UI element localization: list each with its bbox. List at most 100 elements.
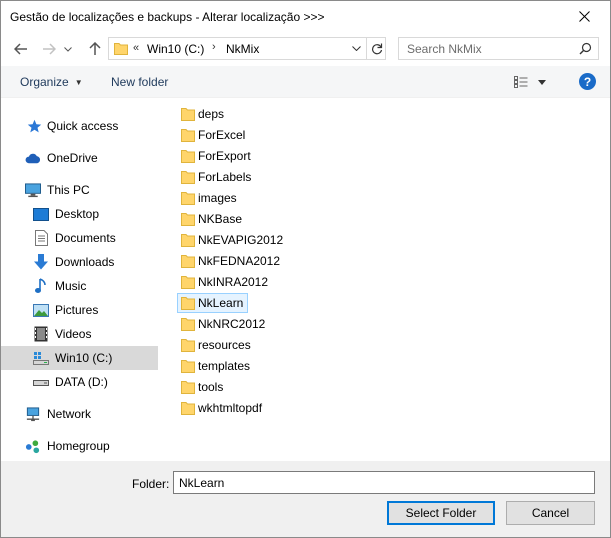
breadcrumb-separator[interactable]: › bbox=[212, 41, 216, 53]
address-dropdown-button[interactable] bbox=[347, 38, 365, 59]
folder-name: NkEVAPIG2012 bbox=[198, 233, 284, 247]
drive-icon bbox=[33, 374, 49, 390]
drive-icon bbox=[33, 350, 49, 366]
caret-down-icon: ▼ bbox=[74, 78, 83, 87]
nav-item-label: DATA (D:) bbox=[55, 375, 108, 389]
homegroup-icon bbox=[25, 438, 41, 454]
folder-item[interactable]: deps bbox=[177, 104, 249, 124]
breadcrumb-current[interactable]: NkMix bbox=[226, 42, 259, 56]
folder-item[interactable]: images bbox=[177, 188, 249, 208]
help-button[interactable]: ? bbox=[579, 73, 596, 90]
folder-name: resources bbox=[198, 338, 251, 352]
window-title: Gestão de localizações e backups - Alter… bbox=[10, 10, 325, 24]
folder-name: templates bbox=[198, 359, 251, 373]
folder-icon bbox=[181, 107, 195, 124]
nav-item-desktop[interactable]: Desktop bbox=[1, 202, 158, 226]
folder-name: images bbox=[198, 191, 237, 205]
folder-item[interactable]: templates bbox=[177, 356, 251, 376]
nav-item-quick-access[interactable]: Quick access bbox=[1, 114, 158, 138]
folder-icon bbox=[181, 401, 195, 418]
folder-item[interactable]: NkEVAPIG2012 bbox=[177, 230, 283, 250]
folder-name: NkLearn bbox=[198, 296, 244, 310]
folder-item[interactable]: NkFEDNA2012 bbox=[177, 251, 280, 271]
change-view-button[interactable] bbox=[514, 73, 554, 91]
close-button[interactable] bbox=[564, 1, 604, 31]
folder-item-selected[interactable]: NkLearn bbox=[177, 293, 248, 313]
nav-item-label: Videos bbox=[55, 327, 92, 341]
nav-item-label: Homegroup bbox=[47, 439, 110, 453]
computer-icon bbox=[25, 182, 41, 198]
network-icon bbox=[25, 406, 41, 422]
address-bar[interactable]: « Win10 (C:) › NkMix bbox=[108, 37, 386, 60]
music-icon bbox=[33, 278, 49, 294]
folder-name: tools bbox=[198, 380, 224, 394]
arrow-left-icon bbox=[14, 43, 27, 55]
nav-item-label: This PC bbox=[47, 183, 90, 197]
arrow-up-icon bbox=[89, 42, 101, 55]
folder-item[interactable]: resources bbox=[177, 335, 251, 355]
nav-item-music[interactable]: Music bbox=[1, 274, 158, 298]
command-bar: Organize ▼ New folder ? bbox=[1, 66, 610, 98]
search-icon[interactable] bbox=[579, 42, 592, 58]
folder-icon bbox=[181, 254, 195, 271]
cloud-icon bbox=[25, 150, 41, 166]
folder-item[interactable]: wkhtmltopdf bbox=[177, 398, 262, 418]
folder-icon bbox=[181, 233, 195, 250]
nav-item-onedrive[interactable]: OneDrive bbox=[1, 146, 158, 170]
folder-item[interactable]: tools bbox=[177, 377, 249, 397]
folder-name: ForExport bbox=[198, 149, 251, 163]
view-details-icon bbox=[514, 76, 528, 88]
refresh-button[interactable] bbox=[366, 38, 386, 59]
navigation-bar: « Win10 (C:) › NkMix Search NkMix bbox=[1, 32, 610, 66]
folder-name: ForExcel bbox=[198, 128, 246, 142]
nav-item-win10-c[interactable]: Win10 (C:) bbox=[1, 346, 158, 370]
folder-name-input[interactable] bbox=[173, 471, 595, 494]
folder-item[interactable]: NkINRA2012 bbox=[177, 272, 268, 292]
title-bar[interactable]: Gestão de localizações e backups - Alter… bbox=[1, 1, 610, 32]
folder-picker-dialog: Gestão de localizações e backups - Alter… bbox=[0, 0, 611, 538]
new-folder-button[interactable]: New folder bbox=[111, 75, 168, 89]
folder-icon bbox=[181, 149, 195, 166]
nav-item-downloads[interactable]: Downloads bbox=[1, 250, 158, 274]
nav-item-this-pc[interactable]: This PC bbox=[1, 178, 158, 202]
address-overflow-chevron[interactable]: « bbox=[133, 42, 139, 54]
pictures-icon bbox=[33, 302, 49, 318]
folder-item[interactable]: NKBase bbox=[177, 209, 249, 229]
nav-item-pictures[interactable]: Pictures bbox=[1, 298, 158, 322]
folder-name: NkNRC2012 bbox=[198, 317, 266, 331]
nav-item-label: Quick access bbox=[47, 119, 119, 133]
folder-icon bbox=[181, 317, 195, 334]
search-box[interactable]: Search NkMix bbox=[398, 37, 599, 60]
nav-item-label: Downloads bbox=[55, 255, 115, 269]
nav-item-label: Win10 (C:) bbox=[55, 351, 113, 365]
folder-icon bbox=[181, 380, 195, 397]
organize-button[interactable]: Organize ▼ bbox=[20, 75, 83, 89]
folder-label: Folder: bbox=[132, 477, 170, 491]
close-icon bbox=[578, 10, 590, 22]
folder-icon bbox=[181, 275, 195, 292]
nav-item-network[interactable]: Network bbox=[1, 402, 158, 426]
recent-locations-button[interactable] bbox=[61, 39, 75, 59]
up-button[interactable] bbox=[85, 39, 105, 59]
select-folder-button[interactable]: Select Folder bbox=[387, 501, 495, 525]
folder-name: NkFEDNA2012 bbox=[198, 254, 281, 268]
nav-item-label: Pictures bbox=[55, 303, 99, 317]
nav-item-label: OneDrive bbox=[47, 151, 98, 165]
search-placeholder[interactable]: Search NkMix bbox=[407, 42, 482, 56]
back-button[interactable] bbox=[11, 39, 31, 59]
breadcrumb-drive[interactable]: Win10 (C:) bbox=[147, 42, 204, 56]
forward-button[interactable] bbox=[39, 39, 59, 59]
nav-item-data-d[interactable]: DATA (D:) bbox=[1, 370, 158, 394]
cancel-button[interactable]: Cancel bbox=[506, 501, 595, 525]
folder-item[interactable]: ForExcel bbox=[177, 125, 249, 145]
nav-item-videos[interactable]: Videos bbox=[1, 322, 158, 346]
folder-list: deps ForExcel ForExport ForLabels images… bbox=[159, 98, 610, 461]
nav-item-homegroup[interactable]: Homegroup bbox=[1, 434, 158, 458]
folder-icon bbox=[181, 338, 195, 355]
folder-item[interactable]: NkNRC2012 bbox=[177, 314, 265, 334]
folder-icon bbox=[181, 128, 195, 145]
nav-item-documents[interactable]: Documents bbox=[1, 226, 158, 250]
navigation-pane: Quick access OneDrive This PC Desktop Do… bbox=[1, 98, 158, 461]
folder-item[interactable]: ForExport bbox=[177, 146, 251, 166]
folder-item[interactable]: ForLabels bbox=[177, 167, 251, 187]
